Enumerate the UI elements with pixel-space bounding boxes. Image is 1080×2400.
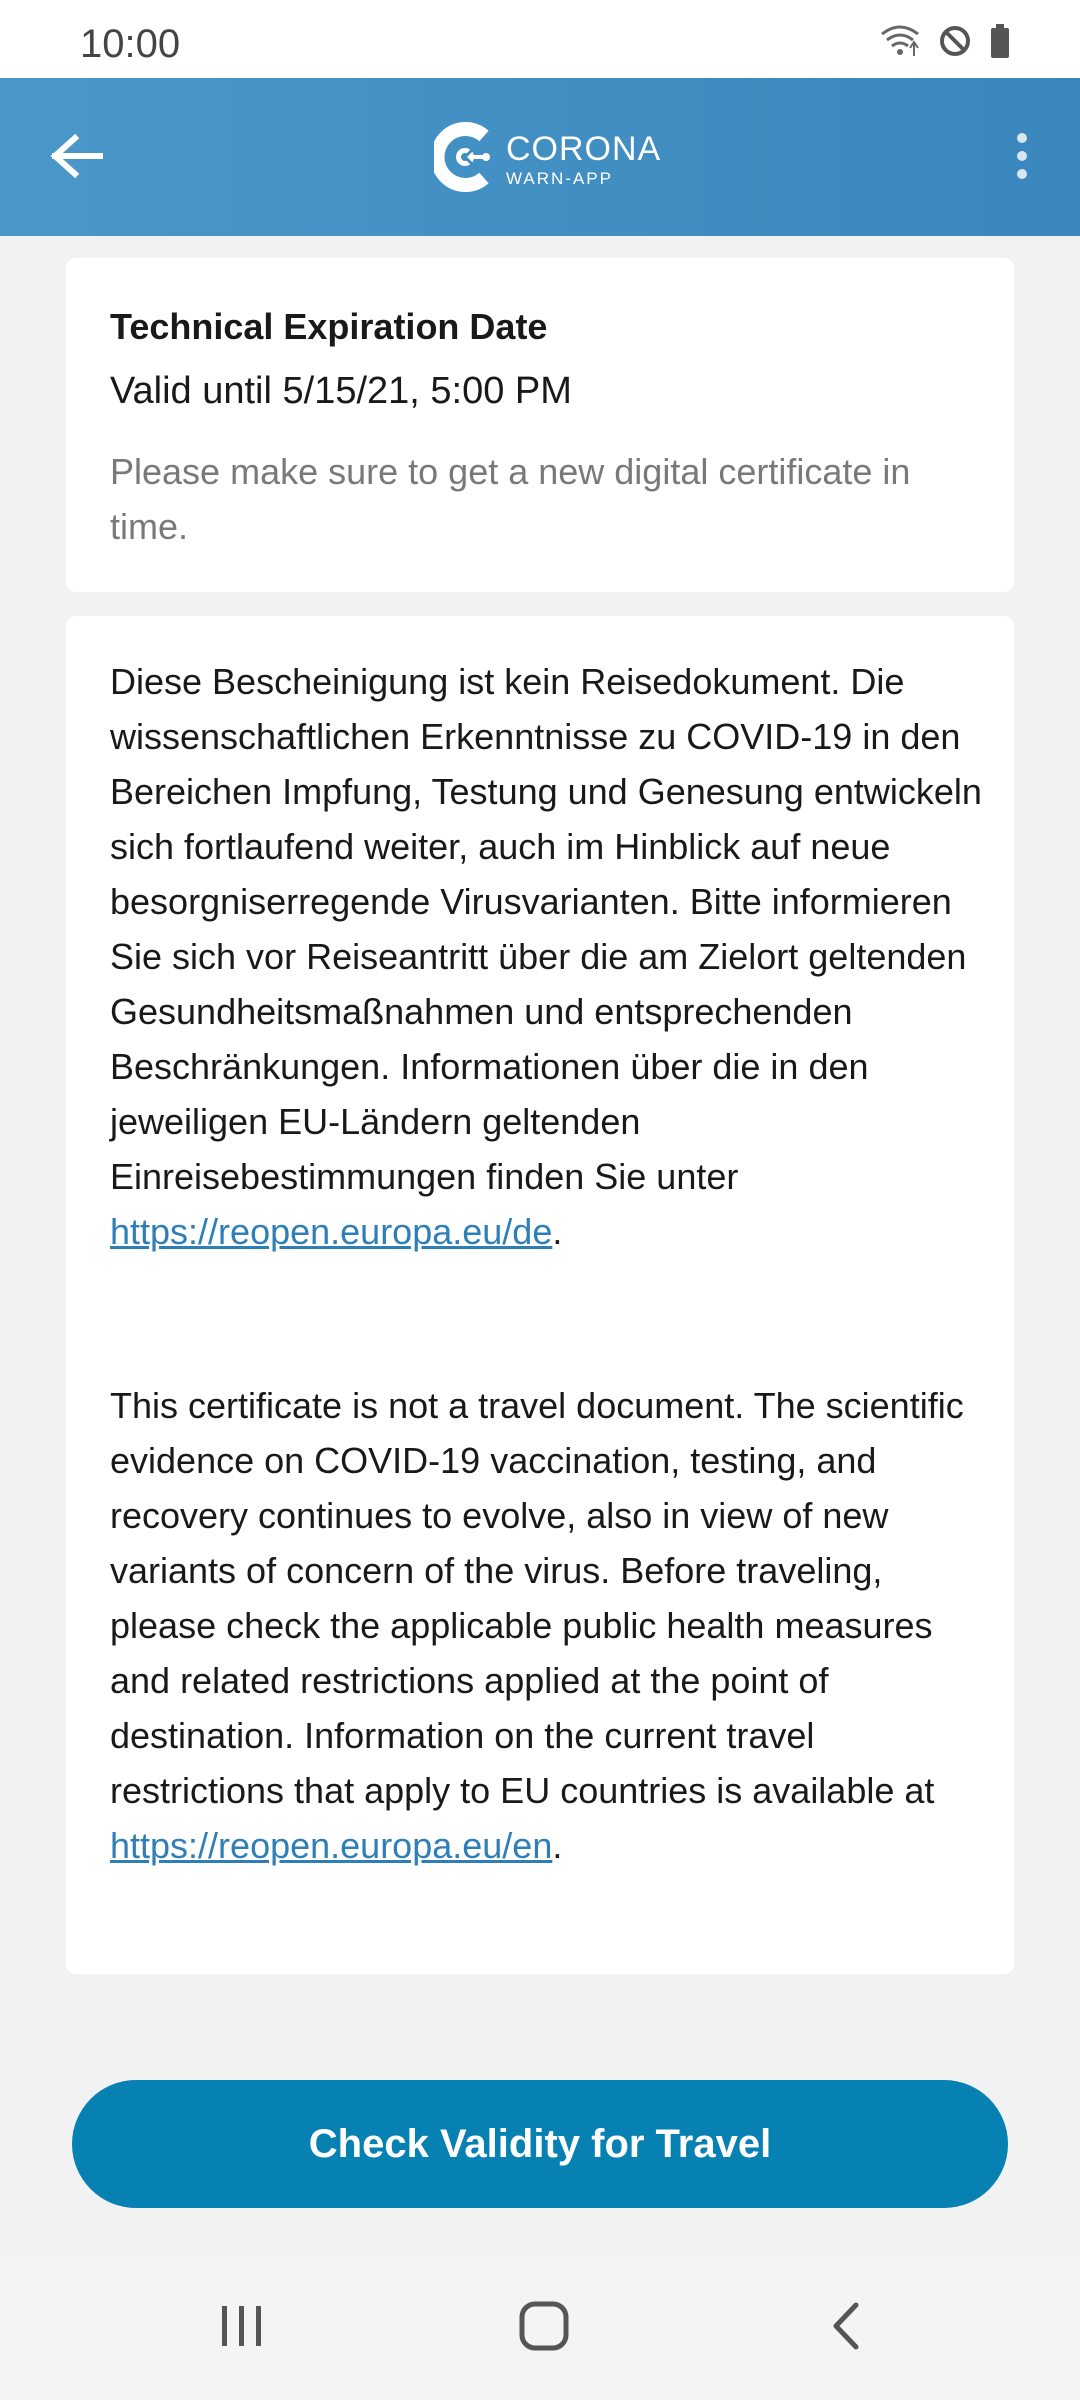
home-button[interactable] — [504, 2296, 584, 2360]
logo-subtitle: WARN-APP — [506, 169, 613, 188]
wifi-icon — [880, 24, 920, 58]
expiration-note: Please make sure to get a new digital ce… — [110, 451, 911, 547]
german-disclaimer-suffix: . — [552, 1211, 563, 1252]
check-validity-button[interactable]: Check Validity for Travel — [72, 2080, 1008, 2208]
battery-icon — [990, 24, 1010, 58]
travel-info-card: Diese Bescheinigung ist kein Reisedokume… — [66, 616, 1014, 1974]
reopen-europa-en-link[interactable]: https://reopen.europa.eu/en — [110, 1825, 552, 1866]
expiration-date: Valid until 5/15/21, 5:00 PM — [110, 370, 572, 412]
back-nav-button[interactable] — [806, 2296, 886, 2360]
back-icon — [828, 2301, 864, 2356]
reopen-europa-de-link[interactable]: https://reopen.europa.eu/de — [110, 1211, 552, 1252]
back-button[interactable] — [40, 122, 112, 194]
english-disclaimer-suffix: . — [552, 1825, 563, 1866]
virus-logo-icon — [430, 122, 496, 197]
recent-apps-icon — [217, 2303, 267, 2354]
recent-apps-button[interactable] — [202, 2296, 282, 2360]
home-icon — [518, 2300, 570, 2357]
do-not-disturb-icon — [938, 24, 972, 58]
english-disclaimer-text: This certificate is not a travel documen… — [110, 1385, 964, 1811]
app-bar: CORONA WARN-APP — [0, 78, 1080, 236]
arrow-left-icon — [49, 133, 104, 183]
german-disclaimer-text: Diese Bescheinigung ist kein Reisedokume… — [110, 661, 982, 1197]
system-nav-bar — [0, 2256, 1080, 2400]
status-time: 10:00 — [80, 22, 181, 66]
more-vertical-icon — [1015, 131, 1029, 186]
logo-title: CORONA — [506, 130, 662, 168]
corona-warn-app-logo: CORONA WARN-APP — [430, 122, 662, 197]
german-disclaimer: Diese Bescheinigung ist kein Reisedokume… — [110, 654, 990, 1259]
english-disclaimer: This certificate is not a travel documen… — [110, 1378, 990, 1873]
status-icons — [880, 24, 1010, 58]
expiration-title: Technical Expiration Date — [110, 306, 548, 347]
status-bar: 10:00 — [0, 0, 1080, 78]
overflow-menu-button[interactable] — [992, 122, 1052, 194]
expiration-card: Technical Expiration Date Valid until 5/… — [66, 258, 1014, 592]
